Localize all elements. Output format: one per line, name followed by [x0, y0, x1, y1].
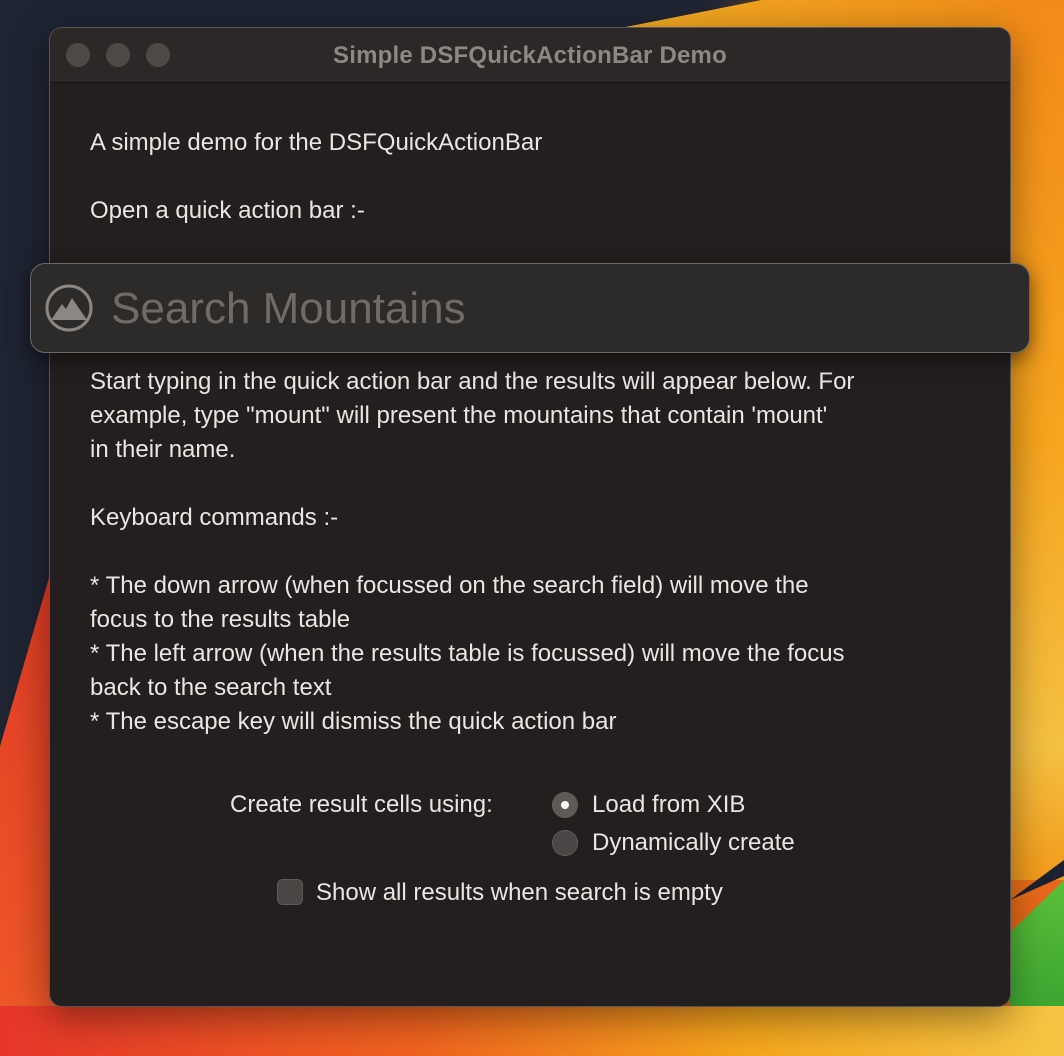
search-input[interactable] [109, 278, 1013, 340]
open-label: Open a quick action bar :- [90, 197, 365, 224]
keyboard-line: * The left arrow (when the results table… [90, 640, 845, 667]
radio-label-dynamically-create[interactable]: Dynamically create [592, 829, 795, 857]
title-bar[interactable]: Simple DSFQuickActionBar Demo [50, 28, 1010, 83]
keyboard-line: focus to the results table [90, 606, 351, 633]
description-line: Start typing in the quick action bar and… [90, 368, 855, 395]
intro-text: A simple demo for the DSFQuickActionBar [90, 129, 543, 156]
cells-option-label: Create result cells using: [230, 791, 493, 818]
radio-load-from-xib[interactable] [552, 792, 578, 818]
wallpaper-band [1010, 0, 1064, 880]
mountain-icon [45, 284, 93, 332]
show-all-results-checkbox[interactable] [277, 879, 303, 905]
description-line: example, type "mount" will present the m… [90, 402, 828, 429]
radio-dynamically-create[interactable] [552, 830, 578, 856]
description-line: in their name. [90, 436, 236, 463]
window-title: Simple DSFQuickActionBar Demo [333, 42, 727, 69]
demo-window: Simple DSFQuickActionBar Demo A simple d… [50, 28, 1010, 1006]
show-all-results-label[interactable]: Show all results when search is empty [316, 879, 723, 907]
radio-label-load-from-xib[interactable]: Load from XIB [592, 791, 745, 819]
wallpaper-band [0, 1006, 1064, 1056]
keyboard-line: * The down arrow (when focussed on the s… [90, 572, 809, 599]
keyboard-heading: Keyboard commands :- [90, 504, 339, 531]
keyboard-line: * The escape key will dismiss the quick … [90, 708, 617, 735]
keyboard-line: back to the search text [90, 674, 332, 701]
quick-action-bar [31, 264, 1029, 352]
